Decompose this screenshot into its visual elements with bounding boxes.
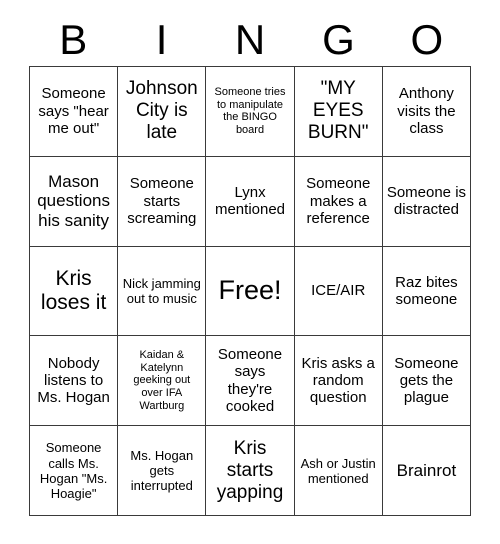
bingo-free-cell[interactable]: Free! [206,246,295,337]
bingo-cell[interactable]: Ms. Hogan gets interrupted [118,426,207,516]
bingo-cell[interactable]: Kaidan & Katelynn geeking out over IFA W… [118,336,207,427]
bingo-cell[interactable]: Lynx mentioned [206,156,295,247]
bingo-free-cell-text: Free! [218,275,282,306]
bingo-cell-text: Johnson City is late [125,78,198,144]
bingo-cell-text: Raz bites someone [395,273,458,308]
bingo-card: B I N G O Someone says "hear me out" Joh… [0,0,500,544]
bingo-cell[interactable]: Nick jamming out to music [118,246,207,337]
bingo-cell[interactable]: Mason questions his sanity [30,156,119,247]
bingo-cell[interactable]: Someone calls Ms. Hogan "Ms. Hoagie" [30,426,119,516]
bingo-cell[interactable]: Someone says they're cooked [206,336,295,427]
bingo-cell[interactable]: Someone gets the plague [382,336,472,427]
bingo-cell-text: Someone says "hear me out" [38,85,109,138]
bingo-header-letter-b: B [59,16,88,63]
bingo-cell[interactable]: Nobody listens to Ms. Hogan [30,336,119,427]
bingo-cell[interactable]: Kris loses it [30,246,119,337]
bingo-cell-text: Nobody listens to Ms. Hogan [37,354,110,407]
bingo-row: Someone calls Ms. Hogan "Ms. Hoagie" Ms.… [30,426,472,516]
bingo-row: Kris loses it Nick jamming out to music … [30,246,472,337]
bingo-cell-text: Brainrot [396,460,457,480]
bingo-cell[interactable]: Someone starts screaming [118,156,207,247]
bingo-cell[interactable]: "MY EYES BURN" [294,67,383,157]
bingo-cell[interactable]: Ash or Justin mentioned [294,426,383,516]
bingo-cell-text: Mason questions his sanity [37,171,110,231]
bingo-cell[interactable]: Brainrot [382,426,472,516]
bingo-cell-text: ICE/AIR [311,282,366,300]
bingo-cell-text: Someone starts screaming [127,175,197,227]
bingo-cell-text: Lynx mentioned [214,183,286,219]
bingo-cell[interactable]: ICE/AIR [294,246,383,337]
bingo-cell-text: Kris starts yapping [216,437,284,503]
bingo-cell-text: "MY EYES BURN" [307,78,369,144]
bingo-cell-text: Ms. Hogan gets interrupted [130,447,194,494]
bingo-cell[interactable]: Someone says "hear me out" [30,67,119,157]
bingo-cell[interactable]: Raz bites someone [382,246,472,337]
bingo-header-letter-n: N [234,16,266,63]
bingo-header-row: B I N G O [29,14,471,66]
bingo-cell-text: Someone gets the plague [394,354,459,407]
bingo-row: Someone says "hear me out" Johnson City … [30,67,472,157]
bingo-grid: Someone says "hear me out" Johnson City … [29,66,472,516]
bingo-cell-text: Someone makes a reference [306,175,371,227]
bingo-cell-text: Someone is distracted [386,183,467,219]
bingo-cell[interactable]: Someone tries to manipulate the BINGO bo… [206,67,295,157]
bingo-cell-text: Kris loses it [40,266,107,314]
bingo-cell[interactable]: Someone makes a reference [294,156,383,247]
bingo-row: Nobody listens to Ms. Hogan Kaidan & Kat… [30,336,472,427]
bingo-header-letter-g: G [322,16,355,63]
bingo-header-letter-i: I [155,16,168,63]
bingo-cell[interactable]: Anthony visits the class [382,67,472,157]
bingo-header-letter-o: O [410,16,444,63]
bingo-row: Mason questions his sanity Someone start… [30,156,472,247]
bingo-cell-text: Nick jamming out to music [122,275,201,306]
bingo-cell-text: Someone tries to manipulate the BINGO bo… [214,85,286,137]
bingo-cell-text: Kaidan & Katelynn geeking out over IFA W… [133,348,191,412]
bingo-cell-text: Anthony visits the class [397,85,456,138]
bingo-cell[interactable]: Johnson City is late [118,67,207,157]
bingo-cell[interactable]: Someone is distracted [382,156,472,247]
bingo-cell[interactable]: Kris asks a random question [294,336,383,427]
bingo-cell-text: Someone calls Ms. Hogan "Ms. Hoagie" [39,440,108,501]
bingo-cell-text: Ash or Justin mentioned [300,455,376,486]
bingo-cell[interactable]: Kris starts yapping [206,426,295,516]
bingo-cell-text: Kris asks a random question [301,354,375,407]
bingo-cell-text: Someone says they're cooked [217,346,283,416]
